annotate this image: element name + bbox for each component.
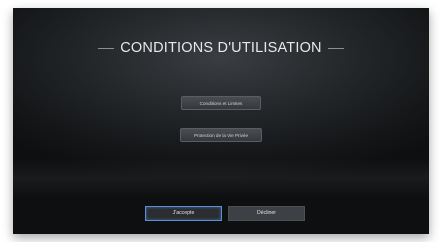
title-row: CONDITIONS D'UTILISATION — [13, 40, 429, 56]
terms-and-limits-button[interactable]: Conditions et Limites — [181, 96, 261, 110]
title-divider-left — [98, 47, 115, 49]
decline-button[interactable]: Décliner — [228, 206, 305, 221]
terms-screen: CONDITIONS D'UTILISATION Conditions et L… — [13, 8, 429, 234]
title-divider-right — [327, 47, 344, 49]
page-title: CONDITIONS D'UTILISATION — [120, 40, 322, 56]
accept-button[interactable]: J'accepte — [145, 206, 222, 221]
privacy-protection-button[interactable]: Protection de la Vie Privée — [180, 128, 262, 142]
